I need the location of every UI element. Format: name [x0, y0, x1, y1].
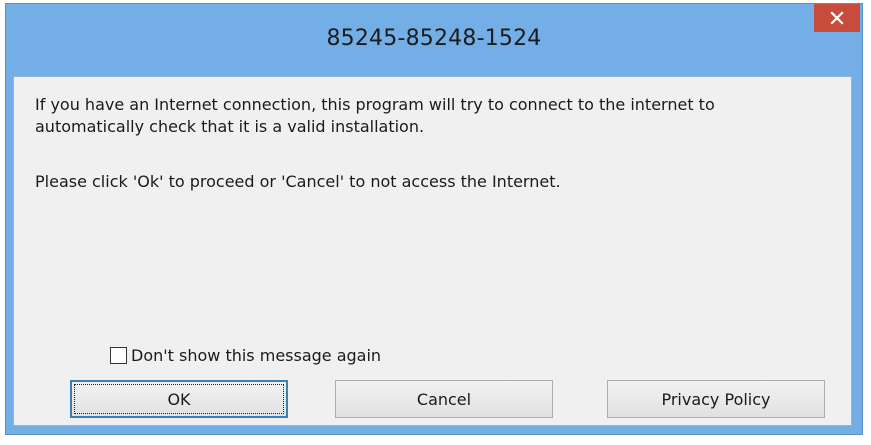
dont-show-again-checkbox[interactable]	[110, 346, 127, 364]
dont-show-again-checkbox-row[interactable]: Don't show this message again	[110, 344, 381, 366]
dont-show-again-label: Don't show this message again	[131, 345, 382, 365]
privacy-policy-button-label: Privacy Policy	[661, 389, 771, 409]
title-bar[interactable]: 85245-85248-1524	[6, 4, 862, 76]
cancel-button[interactable]: Cancel	[335, 380, 553, 418]
close-icon	[830, 11, 844, 25]
ok-button[interactable]: OK	[70, 380, 288, 418]
message-paragraph-instructions: Please click 'Ok' to proceed or 'Cancel'…	[35, 172, 561, 191]
close-button[interactable]	[814, 4, 860, 32]
cancel-button-label: Cancel	[416, 389, 472, 409]
window-title: 85245-85248-1524	[326, 26, 542, 51]
message-paragraph-connection: If you have an Internet connection, this…	[35, 95, 715, 136]
ok-button-label: OK	[167, 389, 191, 409]
privacy-policy-button[interactable]: Privacy Policy	[607, 380, 825, 418]
